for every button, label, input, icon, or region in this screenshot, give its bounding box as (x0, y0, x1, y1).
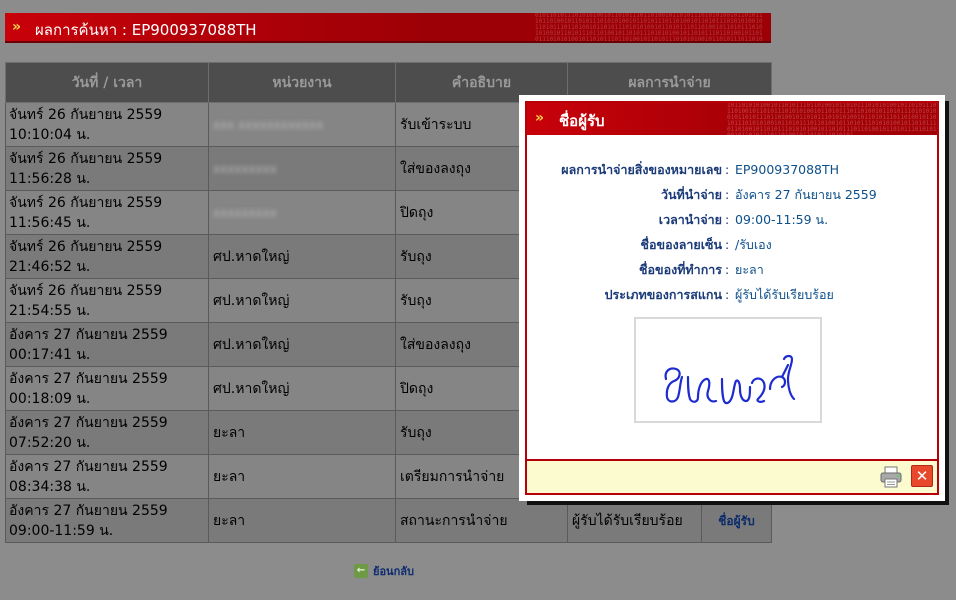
cell-date: จันทร์ 26 กันยายน 2559 (9, 282, 163, 299)
binary-pattern: 0101101011101010100101101011101101001011… (535, 13, 763, 43)
info-label: เวลานำจ่าย (658, 211, 722, 227)
table-row: อังคาร 27 กันยายน 2559 09:00-11:59 น. ยะลา… (5, 498, 772, 543)
result-header: 0101101011101010100101101011101101001011… (5, 13, 771, 43)
cell-unit: ศป.หาดใหญ่ (208, 278, 396, 323)
cell-date: จันทร์ 26 กันยายน 2559 (9, 238, 163, 255)
info-row-delivery-date: วันที่นำจ่าย : อังคาร 27 กันยายน 2559 (527, 182, 937, 207)
cell-datetime: อังคาร 27 กันยายน 2559 00:18:09 น. (5, 366, 209, 411)
cell-date: จันทร์ 26 กันยายน 2559 (9, 150, 163, 167)
info-value: EP900937088TH (735, 162, 840, 177)
cell-time: 21:54:55 น. (9, 302, 91, 319)
cell-unit: xxxxxxxxx (208, 190, 396, 235)
cell-datetime: จันทร์ 26 กันยายน 2559 21:46:52 น. (5, 234, 209, 279)
info-separator: : (725, 237, 730, 252)
cell-time: 09:00-11:59 น. (9, 522, 114, 539)
info-row-office-name: ชื่อของที่ทำการ : ยะลา (527, 257, 937, 282)
cell-datetime: อังคาร 27 กันยายน 2559 00:17:41 น. (5, 322, 209, 367)
info-label: ผลการนำจ่ายสิ่งของหมายเลข (561, 161, 722, 177)
cell-date: อังคาร 27 กันยายน 2559 (9, 414, 168, 431)
cell-unit: ยะลา (208, 498, 396, 543)
cell-time: 00:18:09 น. (9, 390, 91, 407)
signature-image (634, 317, 822, 423)
info-separator: : (725, 187, 730, 202)
info-row-item-number: ผลการนำจ่ายสิ่งของหมายเลข : EP900937088T… (527, 157, 937, 182)
cell-result: ผู้รับได้รับเรียบร้อย (567, 498, 702, 543)
info-row-signature-name: ชื่อของลายเซ็น : /รับเอง (527, 232, 937, 257)
info-label: วันที่นำจ่าย (660, 186, 722, 202)
cell-unit-text: ศป.หาดใหญ่ (213, 336, 290, 353)
modal-arrows-icon: » (535, 110, 545, 126)
cell-unit-text: ศป.หาดใหญ่ (213, 248, 290, 265)
cell-time: 08:34:38 น. (9, 478, 91, 495)
printer-icon[interactable] (879, 466, 903, 488)
cell-time: 11:56:45 น. (9, 214, 91, 231)
modal-title: ชื่อผู้รับ (559, 112, 605, 130)
column-header-unit: หน่วยงาน (208, 62, 396, 103)
close-icon[interactable]: ✕ (911, 465, 933, 487)
recipient-modal: 1011010101001011010111011010010110101110… (519, 95, 945, 501)
cell-unit: xxxxxxxxx (208, 146, 396, 191)
cell-date: อังคาร 27 กันยายน 2559 (9, 458, 168, 475)
back-arrow-icon: ← (354, 564, 368, 578)
cell-unit-text: xxxxxxxxx (213, 161, 277, 176)
cell-unit-text: xxx xxxxxxxxxxxx (213, 117, 324, 132)
signature-drawing (664, 354, 796, 405)
cell-date: จันทร์ 26 กันยายน 2559 (9, 106, 163, 123)
recipient-info: ผลการนำจ่ายสิ่งของหมายเลข : EP900937088T… (527, 157, 937, 307)
cell-unit: ศป.หาดใหญ่ (208, 234, 396, 279)
modal-header: 1011010101001011010111011010010110101110… (527, 103, 937, 135)
page-title: ผลการค้นหา : EP900937088TH (35, 21, 257, 39)
cell-unit-text: ศป.หาดใหญ่ (213, 380, 290, 397)
binary-pattern: 1011010101001011010111011010010110101110… (727, 103, 937, 135)
modal-frame: 1011010101001011010111011010010110101110… (525, 101, 939, 495)
cell-date: อังคาร 27 กันยายน 2559 (9, 502, 168, 519)
cell-unit: ศป.หาดใหญ่ (208, 366, 396, 411)
info-value: ยะลา (735, 261, 764, 277)
cell-unit-text: ยะลา (213, 512, 246, 529)
info-value: 09:00-11:59 น. (735, 211, 829, 227)
info-separator: : (725, 287, 730, 302)
cell-unit: xxx xxxxxxxxxxxx (208, 102, 396, 147)
back-label: ย้อนกลับ (373, 565, 414, 578)
cell-time: 00:17:41 น. (9, 346, 91, 363)
cell-time: 21:46:52 น. (9, 258, 91, 275)
cell-datetime: จันทร์ 26 กันยายน 2559 11:56:45 น. (5, 190, 209, 235)
cell-datetime: อังคาร 27 กันยายน 2559 08:34:38 น. (5, 454, 209, 499)
back-link[interactable]: ← ย้อนกลับ (354, 562, 414, 580)
cell-datetime: จันทร์ 26 กันยายน 2559 11:56:28 น. (5, 146, 209, 191)
recipient-name-link[interactable]: ชื่อผู้รับ (701, 498, 772, 543)
cell-description: สถานะการนำจ่าย (395, 498, 568, 543)
cell-time: 10:10:04 น. (9, 126, 91, 143)
cell-unit: ยะลา (208, 454, 396, 499)
cell-datetime: จันทร์ 26 กันยายน 2559 21:54:55 น. (5, 278, 209, 323)
info-separator: : (725, 262, 730, 277)
info-label: ประเภทของการสแกน (604, 286, 722, 302)
cell-unit-text: ศป.หาดใหญ่ (213, 292, 290, 309)
info-row-delivery-time: เวลานำจ่าย : 09:00-11:59 น. (527, 207, 937, 232)
info-value: /รับเอง (735, 236, 772, 252)
cell-unit: ยะลา (208, 410, 396, 455)
cell-unit-text: xxxxxxxxx (213, 205, 277, 220)
cell-time: 07:52:20 น. (9, 434, 91, 451)
cell-date: อังคาร 27 กันยายน 2559 (9, 370, 168, 387)
column-header-datetime: วันที่ / เวลา (5, 62, 209, 103)
info-value: อังคาร 27 กันยายน 2559 (735, 186, 877, 202)
modal-footer: ✕ (527, 459, 937, 493)
cell-time: 11:56:28 น. (9, 170, 91, 187)
cell-unit: ศป.หาดใหญ่ (208, 322, 396, 367)
cell-date: อังคาร 27 กันยายน 2559 (9, 326, 168, 343)
info-value: ผู้รับได้รับเรียบร้อย (735, 286, 834, 302)
cell-date: จันทร์ 26 กันยายน 2559 (9, 194, 163, 211)
info-separator: : (725, 162, 730, 177)
cell-datetime: จันทร์ 26 กันยายน 2559 10:10:04 น. (5, 102, 209, 147)
info-label: ชื่อของที่ทำการ (639, 261, 722, 277)
cell-datetime: อังคาร 27 กันยายน 2559 09:00-11:59 น. (5, 498, 209, 543)
cell-unit-text: ยะลา (213, 468, 246, 485)
info-row-scan-type: ประเภทของการสแกน : ผู้รับได้รับเรียบร้อย (527, 282, 937, 307)
cell-datetime: อังคาร 27 กันยายน 2559 07:52:20 น. (5, 410, 209, 455)
info-label: ชื่อของลายเซ็น (640, 236, 722, 252)
cell-unit-text: ยะลา (213, 424, 246, 441)
header-arrows-icon: » (12, 19, 22, 35)
info-separator: : (725, 212, 730, 227)
